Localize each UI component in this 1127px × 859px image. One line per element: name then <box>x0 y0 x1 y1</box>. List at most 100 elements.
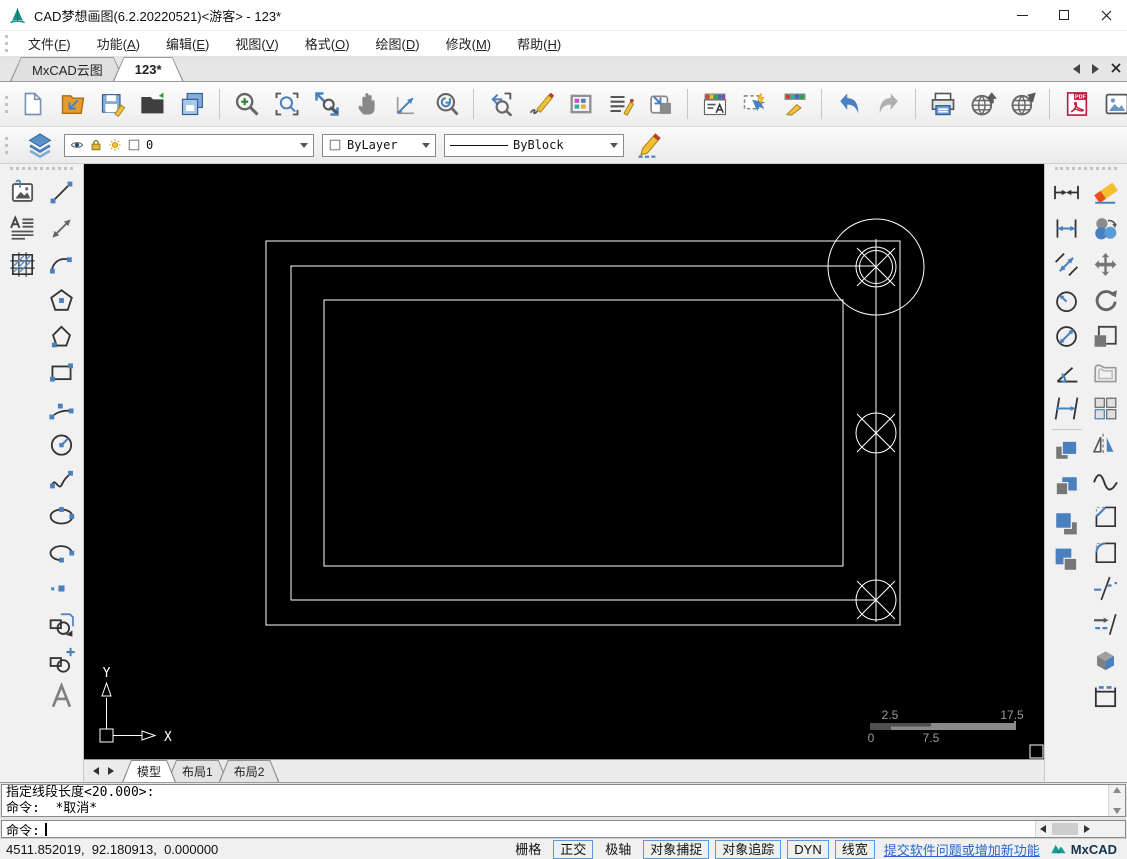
tool-erase[interactable] <box>1087 174 1124 210</box>
color-select[interactable]: ByLayer <box>322 134 436 157</box>
draw-settings-button[interactable] <box>632 129 665 162</box>
tool-color-palette[interactable] <box>563 87 598 122</box>
tool-dim-rotated[interactable] <box>1048 246 1085 282</box>
tool-save-as[interactable] <box>175 87 210 122</box>
tool-edit-spline[interactable] <box>1087 462 1124 498</box>
status-toggle-6[interactable]: 线宽 <box>835 840 875 859</box>
tool-export-image[interactable] <box>1099 87 1127 122</box>
tool-construction-line[interactable] <box>43 210 80 246</box>
tool-undo[interactable] <box>831 87 866 122</box>
tool-new-file[interactable] <box>15 87 50 122</box>
menu-item-1[interactable]: 功能(A) <box>84 34 153 55</box>
tool-stretch[interactable] <box>1087 678 1124 714</box>
status-toggle-4[interactable]: 对象追踪 <box>715 840 781 859</box>
tool-dim-aligned[interactable] <box>1048 210 1085 246</box>
tool-zoom-extents[interactable] <box>309 87 344 122</box>
tool-circle[interactable] <box>43 426 80 462</box>
tool-polygon-center[interactable] <box>43 282 80 318</box>
tool-print[interactable] <box>925 87 960 122</box>
tool-scale[interactable] <box>1087 318 1124 354</box>
menu-item-3[interactable]: 视图(V) <box>222 34 291 55</box>
tool-offset[interactable] <box>1087 354 1124 390</box>
menu-item-0[interactable]: 文件(F) <box>15 34 84 55</box>
tool-insert-block[interactable] <box>43 606 80 642</box>
tool-named-views[interactable] <box>643 87 678 122</box>
tool-arc[interactable] <box>43 390 80 426</box>
tool-fillet[interactable] <box>1087 534 1124 570</box>
tool-chamfer[interactable] <box>1087 498 1124 534</box>
command-history[interactable]: 指定线段长度<20.000>:命令: *取消* <box>1 784 1126 817</box>
minimize-button[interactable] <box>1001 0 1043 30</box>
layout-tab-0[interactable]: 模型 <box>122 760 176 782</box>
tool-dim-continue[interactable] <box>1048 390 1085 426</box>
close-button[interactable] <box>1085 0 1127 30</box>
tool-single-text[interactable] <box>43 678 80 714</box>
tool-freehand-draw[interactable] <box>523 87 558 122</box>
tool-layer-manager[interactable] <box>697 87 732 122</box>
tool-insert-image[interactable] <box>4 174 41 210</box>
status-toggle-0[interactable]: 栅格 <box>509 841 547 858</box>
drawing-canvas[interactable]: 2.517.507.5 YX 模型布局1布局2 <box>84 164 1044 782</box>
status-toggle-1[interactable]: 正交 <box>553 840 593 859</box>
layer-control-button[interactable] <box>23 129 56 162</box>
doc-tab-0[interactable]: MxCAD云图 <box>10 57 125 81</box>
tool-hatch[interactable] <box>4 246 41 282</box>
tool-match-properties[interactable] <box>777 87 812 122</box>
layout-scroll-right-button[interactable] <box>103 763 118 780</box>
menu-item-5[interactable]: 绘图(D) <box>363 34 433 55</box>
doc-tab-1[interactable]: 123* <box>113 57 184 81</box>
tool-pan[interactable] <box>349 87 384 122</box>
tool-draworder-below[interactable] <box>1048 541 1085 577</box>
tool-arc-start-end[interactable] <box>43 246 80 282</box>
tool-zoom-dynamic[interactable] <box>429 87 464 122</box>
tool-create-block[interactable] <box>43 642 80 678</box>
tool-array[interactable] <box>1087 390 1124 426</box>
tool-break[interactable] <box>1087 570 1124 606</box>
tool-spline[interactable] <box>43 462 80 498</box>
tool-polygon[interactable] <box>43 318 80 354</box>
tool-lengthen[interactable] <box>1087 606 1124 642</box>
tool-box-3d[interactable] <box>1087 642 1124 678</box>
tool-ellipse[interactable] <box>43 498 80 534</box>
menubar-grip[interactable] <box>5 35 9 52</box>
tool-export-pdf[interactable]: PDF <box>1059 87 1094 122</box>
tool-draworder-back[interactable] <box>1048 469 1085 505</box>
propsbar-grip[interactable] <box>5 137 9 154</box>
tool-quick-select[interactable] <box>737 87 772 122</box>
tool-copy[interactable] <box>1087 210 1124 246</box>
tool-line[interactable] <box>43 174 80 210</box>
tool-open-folder[interactable] <box>135 87 170 122</box>
layout-tab-2[interactable]: 布局2 <box>219 760 280 782</box>
tool-move[interactable] <box>1087 246 1124 282</box>
menu-item-2[interactable]: 编辑(E) <box>153 34 222 55</box>
tool-web-open[interactable] <box>1005 87 1040 122</box>
menu-item-4[interactable]: 格式(O) <box>292 34 363 55</box>
menu-item-7[interactable]: 帮助(H) <box>504 34 574 55</box>
tool-mirror[interactable] <box>1087 426 1124 462</box>
status-toggle-2[interactable]: 极轴 <box>599 841 637 858</box>
status-toggle-3[interactable]: 对象捕捉 <box>643 840 709 859</box>
tool-zoom-in[interactable] <box>229 87 264 122</box>
maximize-button[interactable] <box>1043 0 1085 30</box>
tool-dim-diameter[interactable] <box>1048 318 1085 354</box>
tool-linetype-manager[interactable] <box>603 87 638 122</box>
tool-web-publish[interactable] <box>965 87 1000 122</box>
tool-rotate[interactable] <box>1087 282 1124 318</box>
tool-zoom-window[interactable] <box>269 87 304 122</box>
layer-select[interactable]: 0 <box>64 134 314 157</box>
toolbar-grip[interactable] <box>5 96 9 113</box>
tool-rectangle[interactable] <box>43 354 80 390</box>
tool-dim-radius[interactable] <box>1048 282 1085 318</box>
tool-point[interactable] <box>43 570 80 606</box>
tab-scroll-left-button[interactable] <box>1073 64 1080 74</box>
command-input[interactable]: 命令: <box>1 820 1126 838</box>
tool-view-previous[interactable] <box>483 87 518 122</box>
tool-ellipse-arc[interactable] <box>43 534 80 570</box>
tab-scroll-right-button[interactable] <box>1092 64 1099 74</box>
tool-draworder-front[interactable] <box>1048 433 1085 469</box>
status-toggle-5[interactable]: DYN <box>787 840 828 859</box>
tool-dim-angular[interactable] <box>1048 354 1085 390</box>
feedback-link[interactable]: 提交软件问题或增加新功能 <box>884 840 1040 859</box>
tool-open-cloud[interactable] <box>55 87 90 122</box>
tool-multiline-text[interactable] <box>4 210 41 246</box>
